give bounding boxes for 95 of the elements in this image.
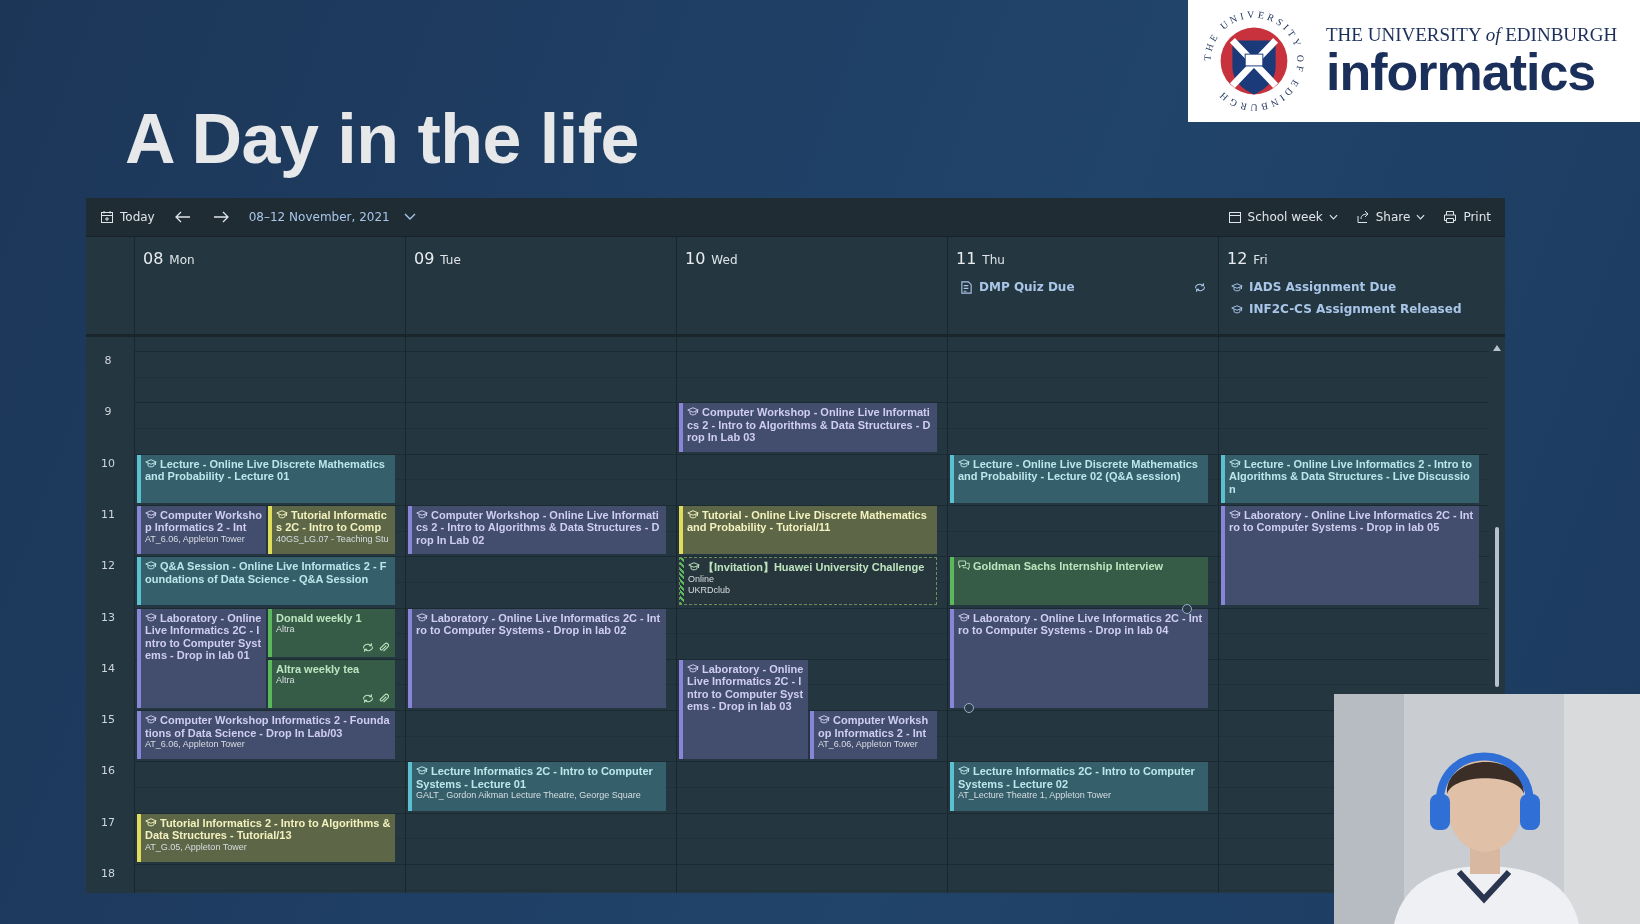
all-day-event[interactable]: INF2C-CS Assignment Released [1227,300,1481,318]
hour-label: 17 [100,815,116,829]
repeat-icon [362,693,374,705]
calendar-icon [1227,210,1242,224]
graduation-cap-icon [416,611,428,623]
graduation-cap-icon [1229,457,1241,469]
repeat-icon [362,641,374,653]
graduation-cap-icon [687,406,699,418]
graduation-cap-icon [416,508,428,520]
university-name: THE UNIVERSITY of EDINBURGH [1326,24,1618,46]
calendar-event[interactable]: Laboratory - Online Live Informatics 2C - Intro to Computer Systems - Drop in lab 02 [408,608,666,709]
scrollbar-thumb[interactable] [1495,527,1499,687]
hour-label: 15 [100,713,116,727]
calendar-event[interactable]: Goldman Sachs Internship Interview [950,557,1208,606]
hour-label: 10 [100,456,116,470]
chevron-down-icon [1328,214,1338,220]
printer-icon [1443,210,1458,224]
calendar-event[interactable]: Tutorial Informatics 2 - Intro to Algorithms & Data Structures - Tutorial/13 AT_G.05, Appleton Tower [137,813,395,862]
repeat-icon [1194,281,1206,293]
chevron-down-icon [1416,214,1426,220]
hour-label: 8 [103,354,113,367]
left-arrow-icon [174,211,191,223]
paperclip-icon [378,693,389,705]
graduation-cap-icon [958,457,970,469]
calendar-event[interactable]: Laboratory - Online Live Informatics 2C - Intro to Computer Systems - Drop in lab 05 [1221,505,1479,606]
calendar-event[interactable]: 【Invitation】Huawei University Challenge Online UKRDclub [679,557,937,606]
graduation-cap-icon [1231,303,1243,315]
graduation-cap-icon [145,457,157,469]
day-number: 10 [685,249,706,268]
day-number: 11 [956,249,977,268]
calendar-event[interactable]: Altra weekly tea Altra [268,659,395,709]
day-name: Wed [711,253,738,267]
paperclip-icon [378,641,389,653]
calendar-event[interactable]: Laboratory - Online Live Informatics 2C - Intro to Computer Systems - Drop in lab 01 [137,608,266,709]
graduation-cap-icon [1231,281,1243,293]
view-dropdown[interactable]: School week [1221,206,1344,228]
calendar-event[interactable]: Donald weekly 1 Altra [268,608,395,657]
hour-label: 12 [100,559,116,573]
graduation-cap-icon [818,714,830,726]
calendar-event[interactable]: Lecture Informatics 2C - Intro to Computer Systems - Lecture 02 AT_Lecture Theatre 1, Appleton Tower [950,762,1208,811]
calendar-event[interactable]: Lecture Informatics 2C - Intro to Computer Systems - Lecture 01 GALT_ Gordon Aikman Lecture Theatre, George Square [408,762,666,811]
chat-icon [958,560,970,572]
graduation-cap-icon [145,560,157,572]
calendar-event[interactable]: Lecture - Online Live Discrete Mathematics and Probability - Lecture 02 (Q&A session) [950,454,1208,503]
graduation-cap-icon [416,765,428,777]
day-number: 12 [1227,249,1248,268]
graduation-cap-icon [276,508,288,520]
day-number: 08 [143,249,164,268]
calendar-event[interactable]: Computer Workshop Informatics 2 - Int AT_6.06, Appleton Tower [137,505,266,555]
graduation-cap-icon [145,714,157,726]
informatics-wordmark: informatics [1326,46,1597,98]
graduation-cap-icon [958,765,970,777]
print-button[interactable]: Print [1437,206,1497,228]
calendar-event[interactable]: Computer Workshop - Online Live Informatics 2 - Intro to Algorithms & Data Structures - Drop In Lab 03 [679,403,937,452]
hour-label: 18 [100,867,116,880]
date-range-dropdown[interactable]: 08–12 November, 2021 [242,206,422,228]
graduation-cap-icon [145,611,157,623]
hour-label: 9 [103,405,113,419]
calendar-event[interactable]: Computer Workshop Informatics 2 - Int AT_6.06, Appleton Tower [810,711,937,760]
all-day-event[interactable]: DMP Quiz Due [956,278,1210,296]
graduation-cap-icon [145,816,157,828]
graduation-cap-icon [1229,508,1241,520]
resize-handle[interactable] [1182,603,1192,614]
calendar-event[interactable]: Tutorial - Online Live Discrete Mathematics and Probability - Tutorial/11 [679,505,937,555]
hour-label: 16 [100,764,116,778]
day-name: Fri [1253,253,1268,267]
today-button[interactable]: Today [94,206,161,228]
calendar-event[interactable]: Computer Workshop Informatics 2 - Foundations of Data Science - Drop In Lab/03 AT_6.06, Appleton Tower [137,711,395,760]
chevron-down-icon [403,213,416,221]
right-arrow-icon [212,211,229,223]
scroll-up-icon[interactable] [1493,345,1501,351]
calendar-event[interactable]: Lecture - Online Live Informatics 2 - Intro to Algorithms & Data Structures - Live Discussion [1221,454,1479,503]
all-day-event[interactable]: IADS Assignment Due [1227,278,1481,296]
graduation-cap-icon [687,662,699,674]
graduation-cap-icon [145,508,157,520]
hour-label: 13 [100,610,116,624]
calendar-icon [100,210,114,224]
hour-label: 14 [100,661,116,675]
graduation-cap-icon [687,508,699,520]
share-dropdown[interactable]: Share [1349,206,1432,228]
share-icon [1355,210,1370,224]
calendar-event[interactable]: Lecture - Online Live Discrete Mathematics and Probability - Lecture 01 [137,454,395,503]
hour-label: 11 [100,507,116,521]
graduation-cap-icon [688,561,700,573]
graduation-cap-icon [958,611,970,623]
calendar-event[interactable]: Q&A Session - Online Live Informatics 2 - Foundations of Data Science - Q&A Session [137,557,395,606]
calendar-event[interactable]: Computer Workshop - Online Live Informatics 2 - Intro to Algorithms & Data Structures - Drop In Lab 02 [408,505,666,555]
day-name: Mon [169,253,195,267]
resize-handle[interactable] [964,703,974,714]
note-icon [960,280,973,294]
calendar-event[interactable]: Laboratory - Online Live Informatics 2C - Intro to Computer Systems - Drop in lab 03 [679,659,808,760]
calendar-event[interactable]: Tutorial Informatics 2C - Intro to Comp 40GS_LG.07 - Teaching Stu [268,505,395,555]
day-name: Thu [982,253,1005,267]
day-number: 09 [414,249,435,268]
day-name: Tue [440,253,461,267]
